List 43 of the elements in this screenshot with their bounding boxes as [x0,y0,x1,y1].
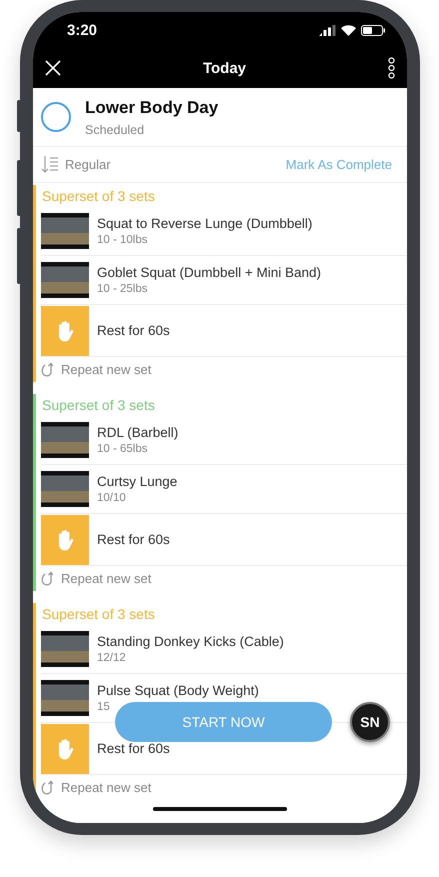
superset-title: Superset of 3 sets [41,396,156,415]
exercise-name[interactable]: RDL (Barbell) [97,425,178,440]
video-thumbnail[interactable] [41,422,89,458]
exercise-name[interactable]: Pulse Squat (Body Weight) [97,683,259,698]
exercise-detail: 10 - 10lbs [97,234,149,246]
exercise-detail: 10 - 25lbs [97,283,149,295]
order-label[interactable]: Regular [65,157,280,172]
exercise-name[interactable]: Curtsy Lunge [97,474,178,489]
battery-icon [361,24,385,36]
workout-status: Scheduled [85,122,146,136]
rest-label[interactable]: Rest for 60s [97,741,170,756]
repeat-set-link[interactable]: Repeat new set [61,362,152,377]
close-icon[interactable] [45,60,61,76]
video-thumbnail[interactable] [41,213,89,249]
video-thumbnail[interactable] [41,262,89,298]
video-thumbnail[interactable] [41,680,89,716]
exercise-detail: 12/12 [97,652,127,664]
rest-label[interactable]: Rest for 60s [97,532,170,547]
signal-icon [319,24,336,36]
completion-circle[interactable] [41,102,71,132]
video-thumbnail[interactable] [41,471,89,507]
repeat-arrow-icon [41,362,53,378]
more-options-icon[interactable] [388,57,395,79]
screen-title: Today [202,60,246,76]
repeat-set-link[interactable]: Repeat new set [61,571,152,586]
exercise-detail: 10 - 65lbs [97,443,149,455]
repeat-arrow-icon [41,570,53,586]
exercise-name[interactable]: Standing Donkey Kicks (Cable) [97,634,284,649]
exercise-name[interactable]: Squat to Reverse Lunge (Dumbbell) [97,216,312,231]
superset-title: Superset of 3 sets [41,605,156,624]
exercise-detail: 10/10 [97,492,127,504]
status-time: 3:20 [67,22,98,38]
repeat-arrow-icon [41,780,53,796]
superset-title: Superset of 3 sets [41,187,156,206]
exercise-detail: 15 [97,701,111,713]
video-thumbnail[interactable] [41,631,89,667]
wifi-icon [341,24,356,36]
exercise-name[interactable]: Goblet Squat (Dumbbell + Mini Band) [97,265,321,280]
logo-badge[interactable]: SN [350,702,390,742]
sort-icon[interactable] [41,156,59,173]
workout-title: Lower Body Day [85,98,218,118]
rest-label[interactable]: Rest for 60s [97,323,170,338]
repeat-set-link[interactable]: Repeat new set [61,780,152,795]
